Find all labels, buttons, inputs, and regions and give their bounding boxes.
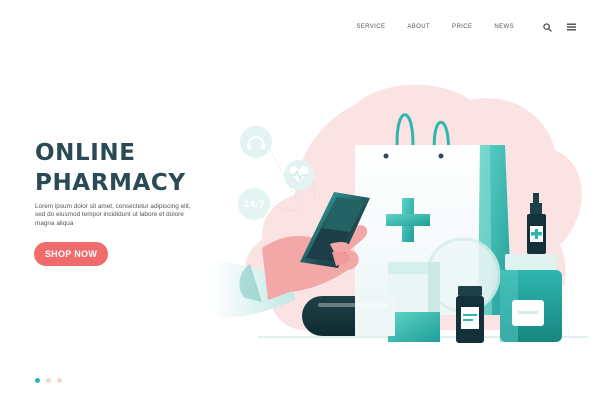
- medicine-jar: [500, 254, 562, 342]
- pagination-dot-3[interactable]: [57, 378, 62, 383]
- landing-page: SERVICE ABOUT PRICE NEWS ONLINE PHARMACY…: [0, 0, 612, 408]
- search-icon[interactable]: [542, 22, 552, 32]
- nav-icons: [542, 22, 576, 32]
- headset-icon: [240, 126, 272, 158]
- nav-link-news[interactable]: NEWS: [494, 24, 514, 30]
- top-nav: SERVICE ABOUT PRICE NEWS: [356, 22, 576, 32]
- nav-link-service[interactable]: SERVICE: [356, 24, 385, 30]
- nav-link-price[interactable]: PRICE: [452, 24, 472, 30]
- slider-pagination: [35, 378, 62, 383]
- capsule: [302, 296, 395, 336]
- pagination-dot-1[interactable]: [35, 378, 40, 383]
- pill-bottle: [456, 286, 484, 343]
- hero-description: Lorem ipsum dolor sit amet, consectetur …: [35, 203, 191, 227]
- heart-pulse-icon: [284, 160, 314, 190]
- medicine-box: [388, 262, 440, 342]
- pagination-dot-2[interactable]: [46, 378, 51, 383]
- badge-24-7: 24/7: [244, 200, 265, 210]
- pharmacy-illustration: 24/7: [212, 84, 588, 343]
- shop-now-button[interactable]: SHOP NOW: [34, 242, 108, 266]
- 24-7-icon: 24/7: [238, 188, 270, 220]
- hamburger-menu-icon[interactable]: [566, 22, 576, 32]
- nav-link-about[interactable]: ABOUT: [407, 24, 430, 30]
